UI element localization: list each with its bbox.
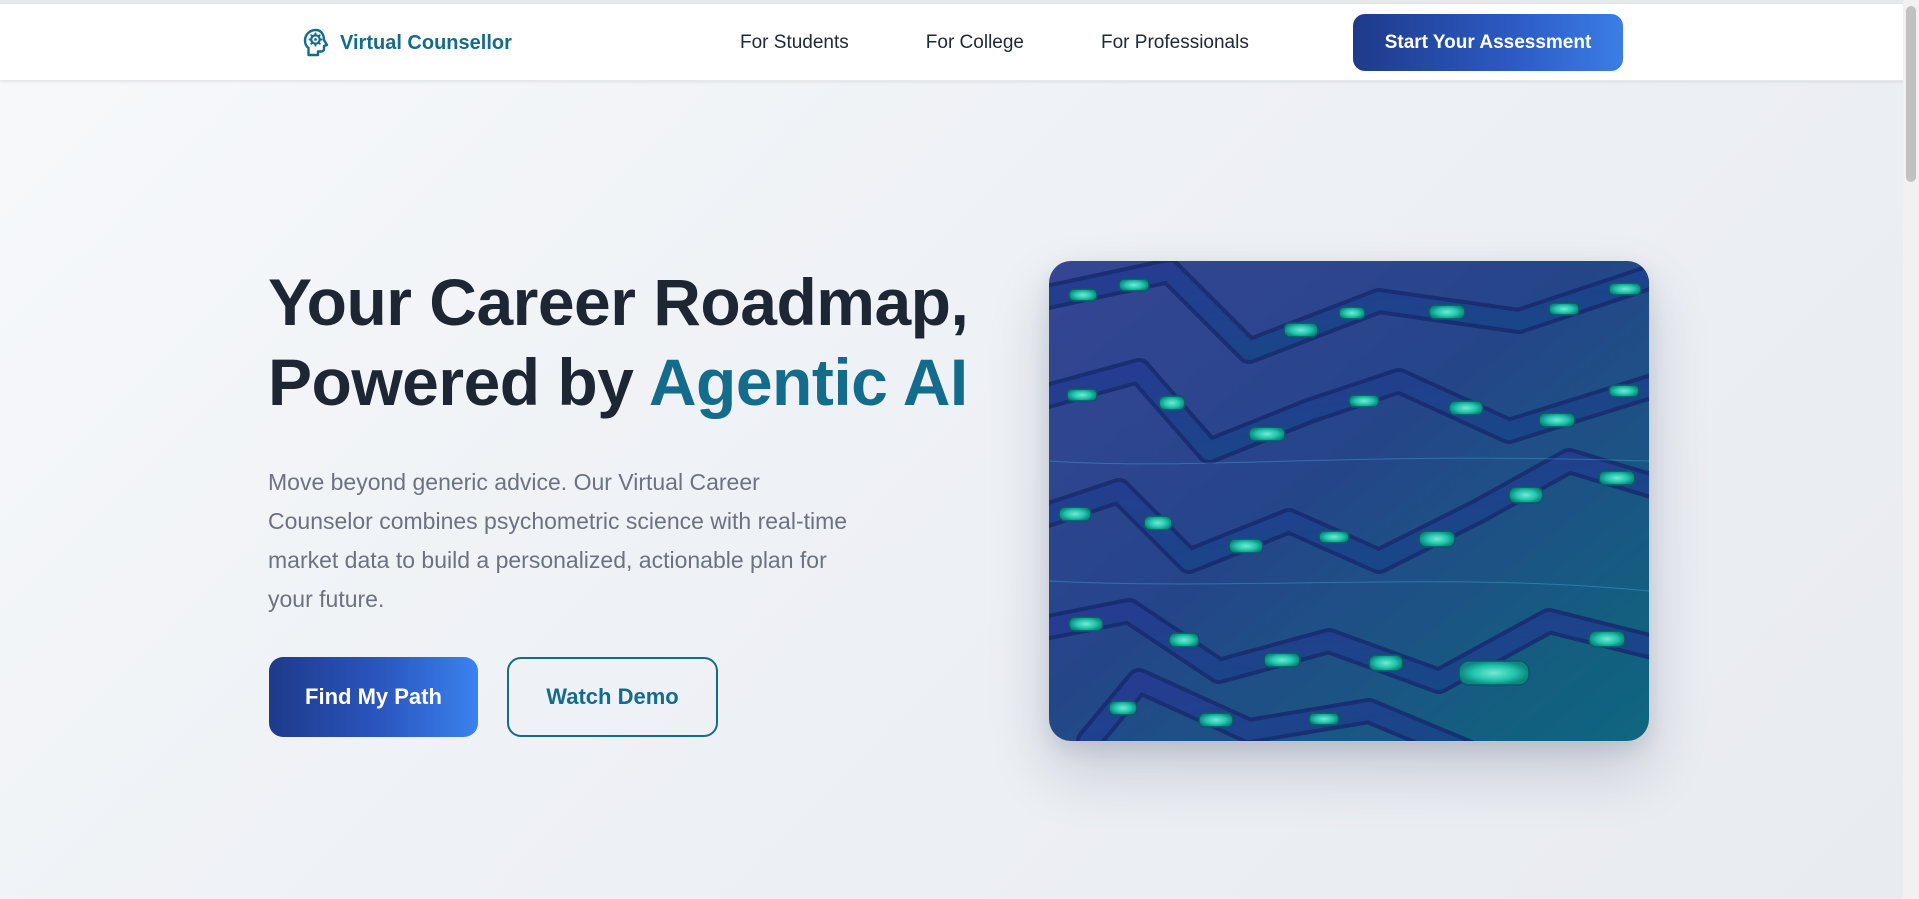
page-scrollbar[interactable]: [1903, 0, 1919, 899]
main-nav: For Students For College For Professiona…: [740, 4, 1249, 81]
scrollbar-thumb[interactable]: [1906, 6, 1916, 182]
find-my-path-button[interactable]: Find My Path: [269, 657, 478, 737]
hero-description: Move beyond generic advice. Our Virtual …: [268, 469, 848, 612]
nav-link-professionals[interactable]: For Professionals: [1101, 32, 1249, 54]
hero-image: [1049, 261, 1649, 741]
start-assessment-button[interactable]: Start Your Assessment: [1353, 14, 1623, 71]
hero-title: Your Career Roadmap, Powered by Agentic …: [268, 262, 969, 422]
abstract-neon-circuit-image: [1049, 261, 1649, 741]
brand-logo-link[interactable]: Virtual Counsellor: [302, 26, 512, 60]
brand-name: Virtual Counsellor: [340, 31, 512, 54]
brain-head-icon: [302, 28, 330, 58]
nav-link-college[interactable]: For College: [926, 32, 1024, 54]
hero-title-line2-prefix: Powered by: [268, 345, 649, 419]
watch-demo-button[interactable]: Watch Demo: [507, 657, 718, 737]
hero-title-line1: Your Career Roadmap,: [268, 265, 969, 339]
nav-link-students[interactable]: For Students: [740, 32, 849, 54]
navbar: Virtual Counsellor For Students For Coll…: [0, 4, 1919, 81]
hero-title-accent: Agentic AI: [648, 345, 968, 419]
